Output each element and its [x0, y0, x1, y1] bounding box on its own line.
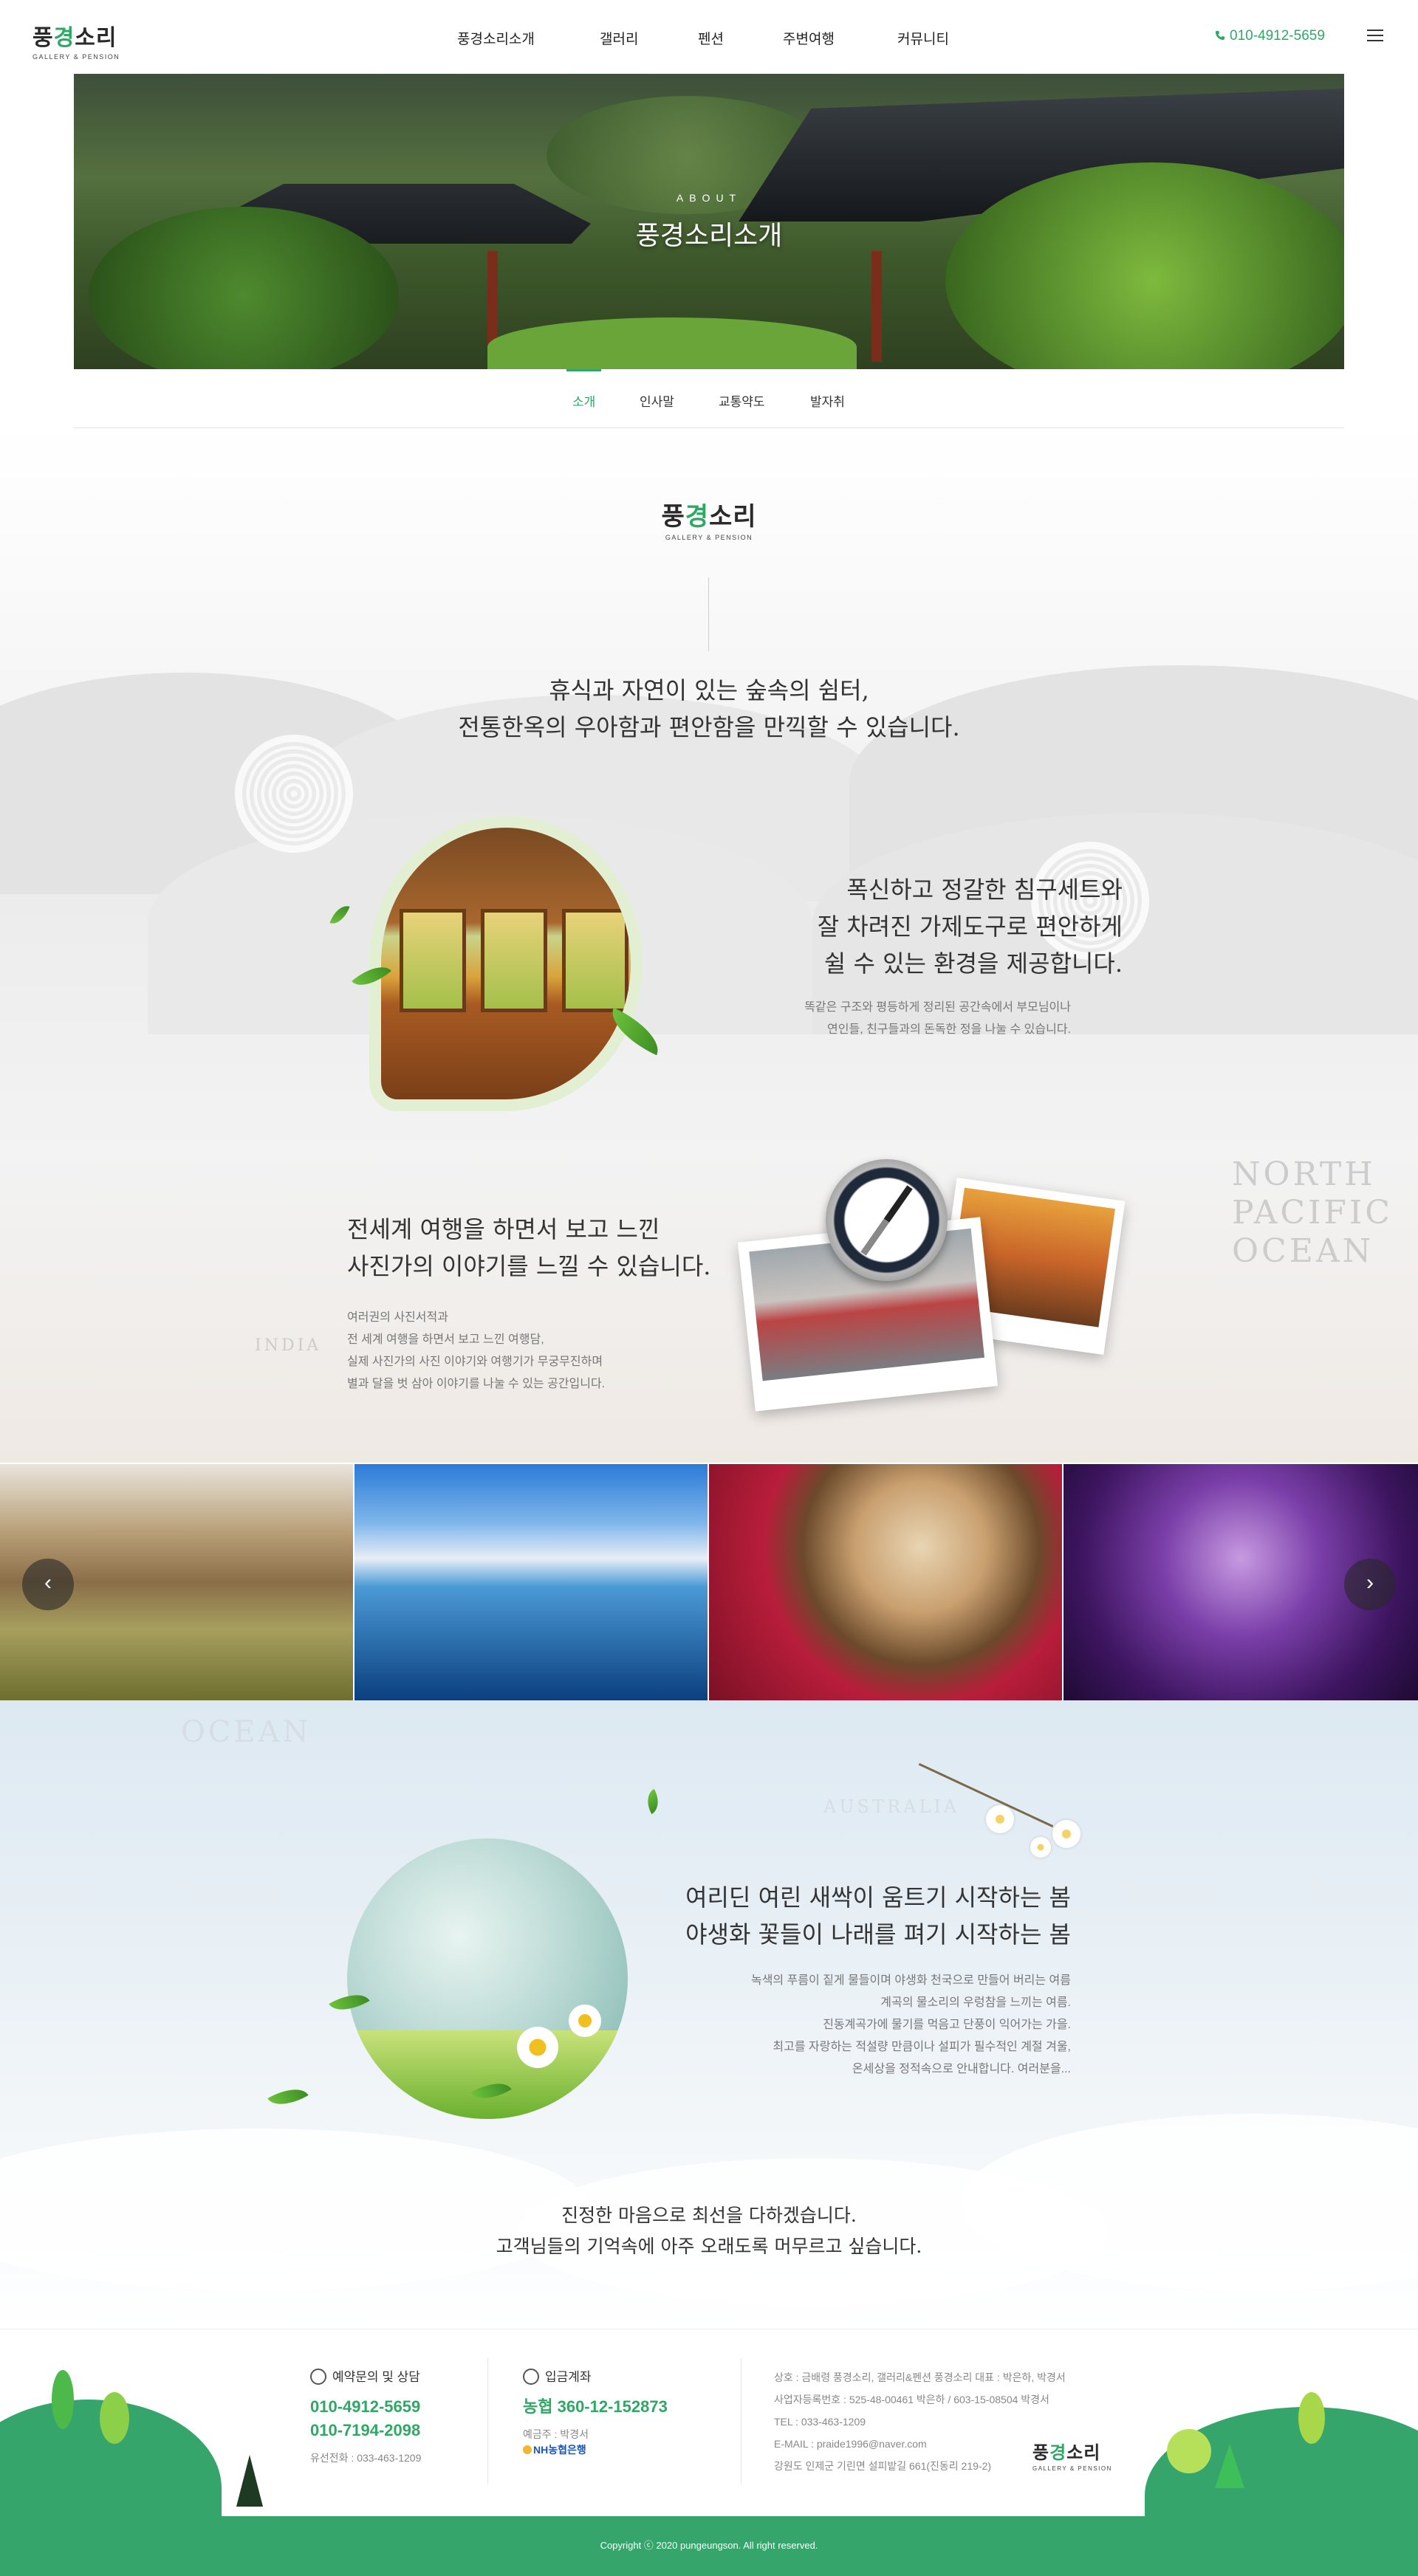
ornament-left — [235, 735, 353, 853]
footer-depositor: 예금주 : 박경서 — [523, 2428, 589, 2440]
tree-decoration — [52, 2370, 74, 2429]
footer-divider — [487, 2358, 488, 2484]
compass-icon — [826, 1159, 948, 1281]
subnav-item-directions[interactable]: 교통약도 — [719, 391, 765, 410]
subnav-item-greeting[interactable]: 인사말 — [640, 391, 674, 410]
intro-line-2: 전통한옥의 우아함과 편안함을 만끽할 수 있습니다. — [458, 713, 960, 741]
footer-logo-wordmark: 풍경소리 — [1032, 2442, 1101, 2463]
spring-title: 여리딘 여린 새싹이 움트기 시작하는 봄 야생화 꽃들이 나래를 펴기 시작하… — [685, 1883, 1071, 1948]
footer-reservation-title: 예약문의 및 상담 — [310, 2366, 421, 2385]
gallery-image[interactable] — [354, 1464, 708, 1700]
intro-logo: 풍경소리 GALLERY & PENSION — [0, 496, 1418, 541]
nav-item-community[interactable]: 커뮤니티 — [897, 28, 949, 48]
hero-title: 풍경소리소개 — [635, 221, 783, 251]
intro-line-1: 휴식과 자연이 있는 숲속의 쉼터, — [549, 676, 869, 704]
map-label-australia: AUSTRALIA — [823, 1796, 960, 1817]
tree-decoration — [1167, 2429, 1211, 2473]
intro-logo-tagline: GALLERY & PENSION — [665, 534, 753, 541]
spring-image — [347, 1838, 628, 2119]
tree-decoration — [1298, 2392, 1325, 2444]
photo-gallery-slider — [0, 1464, 1418, 1700]
footer-landline: 유선전화 : 033-463-1209 — [310, 2452, 422, 2464]
feature1-title: 폭신하고 정갈한 침구세트와 잘 차려진 가제도구로 편안하게 쉴 수 있는 환… — [817, 876, 1123, 978]
intro-text: 휴식과 자연이 있는 숲속의 쉼터, 전통한옥의 우아함과 편안함을 만끽할 수… — [0, 672, 1418, 746]
feature2-title: 전세계 여행을 하면서 보고 느낀 사진가의 이야기를 느낄 수 있습니다. — [347, 1215, 711, 1280]
feature2-description: 여러권의 사진서적과 전 세계 여행을 하면서 보고 느낀 여행담, 실제 사진… — [347, 1311, 606, 1390]
tree-decoration — [236, 2455, 263, 2507]
blossom-decoration — [1030, 1837, 1051, 1858]
closing-message: 진정한 마음으로 최선을 다하겠습니다. 고객님들의 기억속에 아주 오래도록 … — [496, 2205, 922, 2257]
hero-subtitle: ABOUT — [676, 192, 742, 204]
footer-phone-1[interactable]: 010-4912-5659 — [310, 2395, 421, 2419]
subnav-item-history[interactable]: 발자취 — [810, 391, 845, 410]
sub-nav: 소개 인사말 교통약도 발자취 — [74, 369, 1344, 428]
footer-bank: 입금계좌 농협 360-12-152873 예금주 : 박경서 NH농협은행 — [523, 2366, 668, 2457]
map-label-india: INDIA — [255, 1336, 322, 1355]
main-nav: 풍경소리소개 갤러리 펜션 주변여행 커뮤니티 — [0, 0, 1418, 74]
header-phone-number: 010-4912-5659 — [1230, 28, 1325, 44]
nh-bank-logo: NH농협은행 — [523, 2442, 586, 2457]
phone-icon — [1215, 30, 1225, 41]
footer-logo: 풍경소리 GALLERY & PENSION — [1032, 2438, 1112, 2472]
footer-bank-title: 입금계좌 — [523, 2366, 668, 2385]
nav-item-gallery[interactable]: 갤러리 — [600, 28, 638, 48]
nav-item-pension[interactable]: 펜션 — [698, 28, 724, 48]
site-header: 풍경소리 GALLERY & PENSION 풍경소리소개 갤러리 펜션 주변여… — [0, 0, 1418, 74]
footer-bank-account: 농협 360-12-152873 — [523, 2397, 668, 2416]
gallery-prev-button[interactable]: ‹ — [22, 1559, 74, 1610]
gallery-next-button[interactable]: › — [1344, 1559, 1396, 1610]
copyright: Copyright ⓒ 2020 pungeungson. All right … — [0, 2516, 1418, 2576]
gallery-image[interactable] — [709, 1464, 1062, 1700]
divider-line — [708, 577, 709, 651]
header-phone[interactable]: 010-4912-5659 — [1215, 28, 1325, 44]
blossom-decoration — [1052, 1820, 1080, 1848]
tree-decoration — [100, 2392, 129, 2444]
subnav-item-intro[interactable]: 소개 — [566, 369, 602, 410]
blossom-decoration — [986, 1805, 1014, 1833]
nav-item-travel[interactable]: 주변여행 — [783, 28, 835, 48]
intro-logo-wordmark: 풍경소리 — [661, 502, 757, 532]
tree-decoration — [1215, 2444, 1244, 2488]
hamburger-menu-icon[interactable] — [1367, 30, 1383, 41]
won-icon — [523, 2369, 539, 2385]
map-label-ocean: OCEAN — [181, 1715, 312, 1749]
headset-icon — [310, 2369, 326, 2385]
footer-reservation: 예약문의 및 상담 010-4912-5659 010-7194-2098 유선… — [310, 2366, 421, 2466]
room-interior-image — [369, 816, 643, 1111]
nav-item-about[interactable]: 풍경소리소개 — [457, 28, 535, 48]
hero-banner: ABOUT 풍경소리소개 — [74, 74, 1344, 369]
feature1-description: 똑같은 구조와 평등하게 정리된 공간속에서 부모님이나 연인들, 친구들과의 … — [804, 1001, 1071, 1036]
map-label-north-pacific: NORTH PACIFIC OCEAN — [1232, 1155, 1393, 1270]
spring-description: 녹색의 푸름이 짙게 물들이며 야생화 천국으로 만들어 버리는 여름 계곡의 … — [750, 1974, 1071, 2075]
footer-phone-2[interactable]: 010-7194-2098 — [310, 2419, 421, 2442]
